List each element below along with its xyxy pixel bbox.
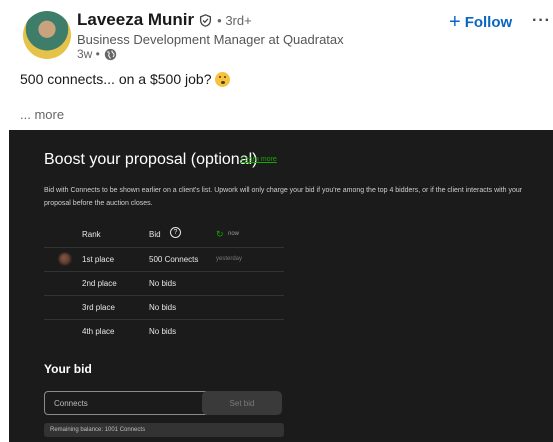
bid-header: Bid [149, 230, 161, 239]
author-name-row: Laveeza Munir • 3rd+ [77, 10, 252, 30]
bid-table-row: 3rd place No bids [44, 295, 284, 320]
bid-cell: No bids [149, 303, 177, 312]
follow-button[interactable]: + Follow [449, 11, 513, 33]
set-bid-button[interactable]: Set bid [202, 391, 282, 415]
plus-icon: + [449, 11, 461, 33]
globe-icon [104, 48, 117, 60]
bid-cell: No bids [149, 279, 177, 288]
author-avatar[interactable] [23, 11, 71, 59]
connection-degree: • 3rd+ [217, 12, 252, 28]
see-more-link[interactable]: ... more [20, 107, 64, 122]
follow-label: Follow [464, 13, 513, 31]
bid-table-header: Rank Bid ? ↻ now [44, 227, 284, 247]
rank-cell: 1st place [82, 255, 115, 264]
post-time: 3w • [77, 47, 100, 61]
rank-cell: 3rd place [82, 303, 115, 312]
bid-cell: 500 Connects [149, 255, 199, 264]
post-text-row: 500 connects... on a $500 job? [20, 71, 231, 87]
bid-time-cell: yesterday [216, 256, 243, 262]
post-time-row: 3w • [77, 47, 117, 61]
boost-description: Bid with Connects to be shown earlier on… [44, 187, 523, 207]
boost-title: Boost your proposal (optional) [44, 151, 258, 168]
rank-cell: 2nd place [82, 279, 117, 288]
your-bid-heading: Your bid [44, 362, 92, 376]
verified-badge-icon [200, 13, 212, 27]
more-options-icon[interactable]: ··· [532, 12, 551, 30]
bid-table-row: 2nd place No bids [44, 271, 284, 296]
bid-table-row: 1st place 500 Connects yesterday [44, 247, 284, 272]
bid-cell: No bids [149, 327, 177, 336]
rank-cell: 4th place [82, 327, 115, 336]
thinking-face-emoji-icon [215, 71, 231, 87]
bid-table-row: 4th place No bids [44, 319, 284, 344]
learn-more-link[interactable]: Learn more [241, 156, 277, 163]
post-image[interactable]: Boost your proposal (optional) Learn mor… [9, 130, 553, 442]
bidder-avatar [59, 253, 71, 265]
post-text: 500 connects... on a $500 job? [20, 71, 212, 87]
refresh-time: now [228, 231, 240, 237]
help-icon[interactable]: ? [170, 227, 181, 238]
remaining-balance: Remaining balance: 1001 Connects [44, 423, 284, 437]
author-name[interactable]: Laveeza Munir [77, 10, 194, 30]
refresh-icon[interactable]: ↻ [216, 230, 224, 239]
rank-header: Rank [82, 230, 101, 239]
author-headline: Business Development Manager at Quadrata… [77, 32, 344, 47]
connects-input[interactable] [44, 391, 214, 415]
